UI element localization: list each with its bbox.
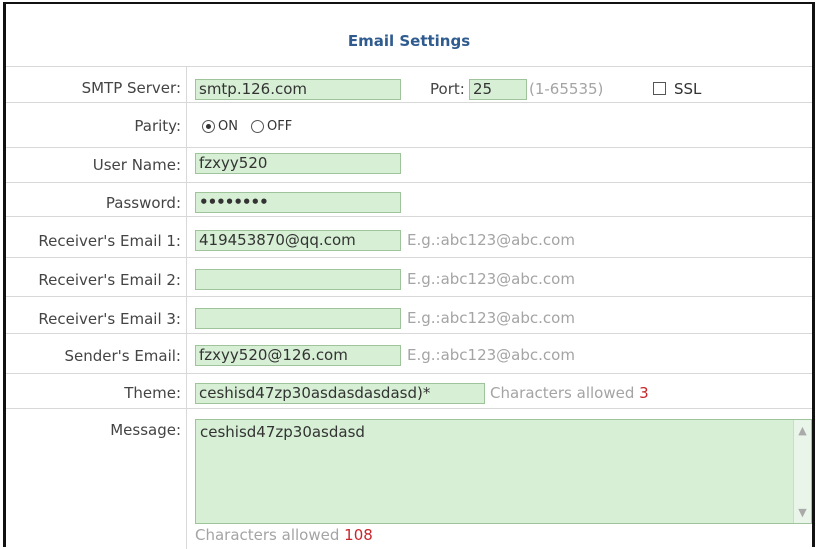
theme-input[interactable]: ceshisd47zp30asdasdasdasd)*	[195, 383, 485, 404]
receiver3-label: Receiver's Email 3:	[6, 297, 187, 333]
username-input[interactable]: fzxyy520	[195, 153, 401, 174]
smtp-label: SMTP Server:	[6, 67, 187, 102]
parity-off-label: OFF	[267, 119, 293, 134]
message-allowed-hint: Characters allowed 108	[195, 526, 373, 544]
sender-label: Sender's Email:	[6, 334, 187, 373]
receiver3-hint: E.g.:abc123@abc.com	[407, 309, 575, 327]
scroll-up-arrow-icon[interactable]: ▲	[796, 422, 809, 439]
username-label: User Name:	[6, 148, 187, 182]
receiver1-input[interactable]: 419453870@qq.com	[195, 230, 401, 251]
password-input[interactable]: ••••••••	[195, 192, 401, 213]
receiver1-label: Receiver's Email 1:	[6, 217, 187, 257]
parity-label: Parity:	[6, 103, 187, 147]
receiver3-input[interactable]	[195, 308, 401, 329]
ssl-checkbox[interactable]	[653, 82, 666, 95]
message-allowed-count: 108	[344, 526, 373, 544]
receiver2-row: Receiver's Email 2: E.g.:abc123@abc.com	[6, 258, 812, 297]
port-label: Port:	[430, 80, 465, 98]
password-label: Password:	[6, 183, 187, 216]
theme-allowed-count: 3	[639, 384, 649, 402]
panel-title: Email Settings	[6, 4, 812, 67]
password-row: Password: ••••••••	[6, 183, 812, 217]
scroll-down-arrow-icon[interactable]: ▼	[796, 504, 809, 521]
receiver1-row: Receiver's Email 1: 419453870@qq.com E.g…	[6, 217, 812, 258]
message-label: Message:	[6, 409, 187, 549]
receiver2-hint: E.g.:abc123@abc.com	[407, 270, 575, 288]
smtp-row: SMTP Server: smtp.126.com Port: 25 (1-65…	[6, 67, 812, 103]
receiver2-label: Receiver's Email 2:	[6, 258, 187, 296]
port-input[interactable]: 25	[469, 79, 527, 100]
message-scrollbar[interactable]: ▲ ▼	[793, 420, 811, 523]
ssl-label: SSL	[674, 80, 702, 98]
theme-row: Theme: ceshisd47zp30asdasdasdasd)* Chara…	[6, 374, 812, 409]
parity-on-radio[interactable]	[202, 120, 215, 133]
receiver3-row: Receiver's Email 3: E.g.:abc123@abc.com	[6, 297, 812, 334]
theme-label: Theme:	[6, 374, 187, 408]
message-row: Message: ceshisd47zp30asdasd ▲ ▼ Charact…	[6, 409, 812, 549]
parity-row: Parity: ON OFF	[6, 103, 812, 148]
parity-off-radio[interactable]	[251, 120, 264, 133]
message-textarea[interactable]: ceshisd47zp30asdasd ▲ ▼	[195, 419, 812, 524]
theme-allowed-hint: Characters allowed 3	[490, 384, 649, 402]
smtp-server-input[interactable]: smtp.126.com	[195, 79, 401, 100]
receiver2-input[interactable]	[195, 269, 401, 290]
port-range-hint: (1-65535)	[529, 80, 604, 98]
sender-hint: E.g.:abc123@abc.com	[407, 346, 575, 364]
username-row: User Name: fzxyy520	[6, 148, 812, 183]
sender-email-input[interactable]: fzxyy520@126.com	[195, 345, 401, 366]
message-text: ceshisd47zp30asdasd	[200, 423, 365, 441]
parity-on-label: ON	[218, 119, 238, 134]
sender-row: Sender's Email: fzxyy520@126.com E.g.:ab…	[6, 334, 812, 374]
receiver1-hint: E.g.:abc123@abc.com	[407, 231, 575, 249]
